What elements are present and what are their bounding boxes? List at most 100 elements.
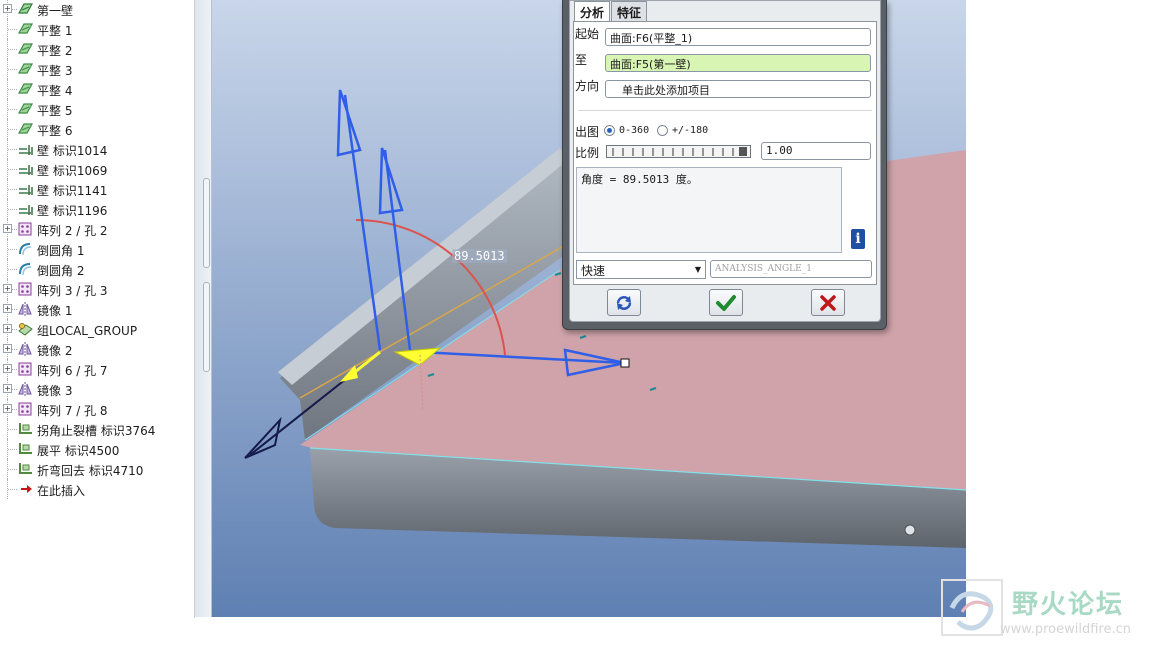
tree-item-label: 壁 标识1196: [37, 204, 108, 218]
tree-item-label: 平整 3: [37, 64, 73, 78]
tree-item-label: 平整 1: [37, 24, 73, 38]
expand-toggle-icon[interactable]: +: [3, 324, 12, 333]
tree-item[interactable]: + 阵列 3 / 孔 3: [0, 279, 194, 299]
direction-field[interactable]: 单击此处添加项目: [605, 80, 871, 98]
tab-analysis[interactable]: 分析: [574, 1, 611, 21]
from-surface-field[interactable]: 曲面:F6(平整_1): [605, 28, 871, 46]
expand-toggle-icon[interactable]: +: [3, 224, 12, 233]
splitter-handle-lower[interactable]: [203, 282, 210, 372]
tree-item[interactable]: 倒圆角 2: [0, 259, 194, 279]
tree-item-label: 平整 6: [37, 124, 73, 138]
tree-item[interactable]: 壁 标识1069: [0, 159, 194, 179]
flange-wall-icon: [19, 145, 33, 155]
info-icon[interactable]: i: [851, 229, 865, 249]
insert-here-arrow-icon: [21, 485, 32, 493]
radio-plus-minus-180[interactable]: [657, 125, 668, 136]
tree-connector: [8, 269, 17, 270]
tree-item-label: 组LOCAL_GROUP: [37, 324, 138, 338]
tree-item[interactable]: 壁 标识1141: [0, 179, 194, 199]
tree-item[interactable]: + 镜像 1: [0, 299, 194, 319]
flat-icon: [17, 23, 34, 34]
tree-connector: [8, 169, 17, 170]
expand-toggle-icon[interactable]: +: [3, 384, 12, 393]
repeat-analysis-button[interactable]: [607, 289, 641, 316]
tree-item[interactable]: 折弯回去 标识4710: [0, 459, 194, 479]
tree-item-label: 倒圆角 2: [37, 264, 85, 278]
pattern-icon: [18, 282, 32, 296]
tree-connector: [8, 149, 17, 150]
tree-item[interactable]: 平整 2: [0, 39, 194, 59]
close-icon: [820, 294, 836, 311]
tree-item-label: 阵列 6 / 孔 7: [37, 364, 108, 378]
tree-connector: [8, 49, 17, 50]
angle-value-annotation: 89.5013: [452, 249, 507, 263]
tree-item-label: 平整 5: [37, 104, 73, 118]
cancel-button[interactable]: [811, 289, 845, 316]
hole-feature: [904, 524, 916, 536]
flange-wall-icon: [19, 205, 33, 215]
analysis-name-field[interactable]: ANALYSIS_ANGLE_1: [710, 260, 872, 278]
tree-connector: [8, 129, 17, 130]
ok-button[interactable]: [709, 289, 743, 316]
radio-0-360-label: 0-360: [619, 125, 650, 136]
tree-item-label: 镜像 1: [37, 304, 73, 318]
chevron-down-icon: ▼: [694, 265, 701, 274]
tree-item-label: 拐角止裂槽 标识3764: [37, 424, 156, 438]
to-surface-field[interactable]: 曲面:F5(第一壁): [605, 54, 871, 72]
splitter-handle-upper[interactable]: [203, 178, 210, 268]
tree-item[interactable]: + 阵列 2 / 孔 2: [0, 219, 194, 239]
tree-item[interactable]: 展平 标识4500: [0, 439, 194, 459]
tree-item-label: 阵列 3 / 孔 3: [37, 284, 108, 298]
expand-toggle-icon[interactable]: +: [3, 4, 12, 13]
tree-item[interactable]: + 组LOCAL_GROUP: [0, 319, 194, 339]
angle-analysis-dialog: 分析 特征 起始 曲面:F6(平整_1) 至 曲面:F5(第一壁) 方向 单击此…: [562, 0, 887, 330]
tree-item[interactable]: 壁 标识1014: [0, 139, 194, 159]
tree-item-label: 阵列 2 / 孔 2: [37, 224, 108, 238]
tree-item[interactable]: 平整 6: [0, 119, 194, 139]
tree-item[interactable]: + 镜像 3: [0, 379, 194, 399]
tree-item[interactable]: 倒圆角 1: [0, 239, 194, 259]
mode-select-value: 快速: [581, 264, 606, 278]
tree-item[interactable]: 平整 3: [0, 59, 194, 79]
wall-icon: [17, 3, 34, 14]
direction-label: 方向: [575, 79, 600, 93]
tree-connector: [8, 469, 17, 470]
tab-feature[interactable]: 特征: [611, 1, 648, 21]
tree-item[interactable]: + 镜像 2: [0, 339, 194, 359]
tree-connector: [8, 449, 17, 450]
corner-relief-icon: [19, 423, 32, 434]
tree-item[interactable]: + 阵列 6 / 孔 7: [0, 359, 194, 379]
tree-item[interactable]: 平整 5: [0, 99, 194, 119]
checkmark-icon: [716, 294, 736, 311]
result-text-area: 角度 = 89.5013 度。: [576, 167, 842, 253]
ratio-slider[interactable]: [606, 145, 751, 158]
tree-item[interactable]: 平整 1: [0, 19, 194, 39]
mode-select[interactable]: 快速 ▼: [576, 260, 706, 279]
radio-0-360[interactable]: [604, 125, 615, 136]
tree-connector: [8, 209, 17, 210]
ratio-value-field[interactable]: 1.00: [761, 142, 871, 160]
expand-toggle-icon[interactable]: +: [3, 284, 12, 293]
flat-icon: [17, 63, 34, 74]
tree-item-label: 壁 标识1014: [37, 144, 108, 158]
expand-toggle-icon[interactable]: +: [3, 304, 12, 313]
tree-item-label: 在此插入: [37, 484, 86, 498]
tree-connector: [8, 189, 17, 190]
tree-item[interactable]: 拐角止裂槽 标识3764: [0, 419, 194, 439]
tree-item[interactable]: + 阵列 7 / 孔 8: [0, 399, 194, 419]
watermark-title: 野火论坛: [1012, 590, 1125, 620]
expand-toggle-icon[interactable]: +: [3, 404, 12, 413]
tree-item-label: 壁 标识1141: [37, 184, 108, 198]
to-label: 至: [575, 53, 588, 67]
model-tree[interactable]: + 第一壁 平整 1 平整 2 平整 3 平整 4 平整 5 平整 6 壁 标识1014 壁 标识…: [0, 0, 195, 618]
bend-back-icon: [19, 463, 32, 474]
tree-connector: [8, 109, 17, 110]
tree-item[interactable]: 壁 标识1196: [0, 199, 194, 219]
tree-item[interactable]: + 第一壁: [0, 0, 194, 19]
tree-item[interactable]: 在此插入: [0, 479, 194, 499]
tree-item-label: 第一壁: [37, 4, 74, 18]
tree-item-label: 镜像 3: [37, 384, 73, 398]
tree-item[interactable]: 平整 4: [0, 79, 194, 99]
expand-toggle-icon[interactable]: +: [3, 364, 12, 373]
expand-toggle-icon[interactable]: +: [3, 344, 12, 353]
